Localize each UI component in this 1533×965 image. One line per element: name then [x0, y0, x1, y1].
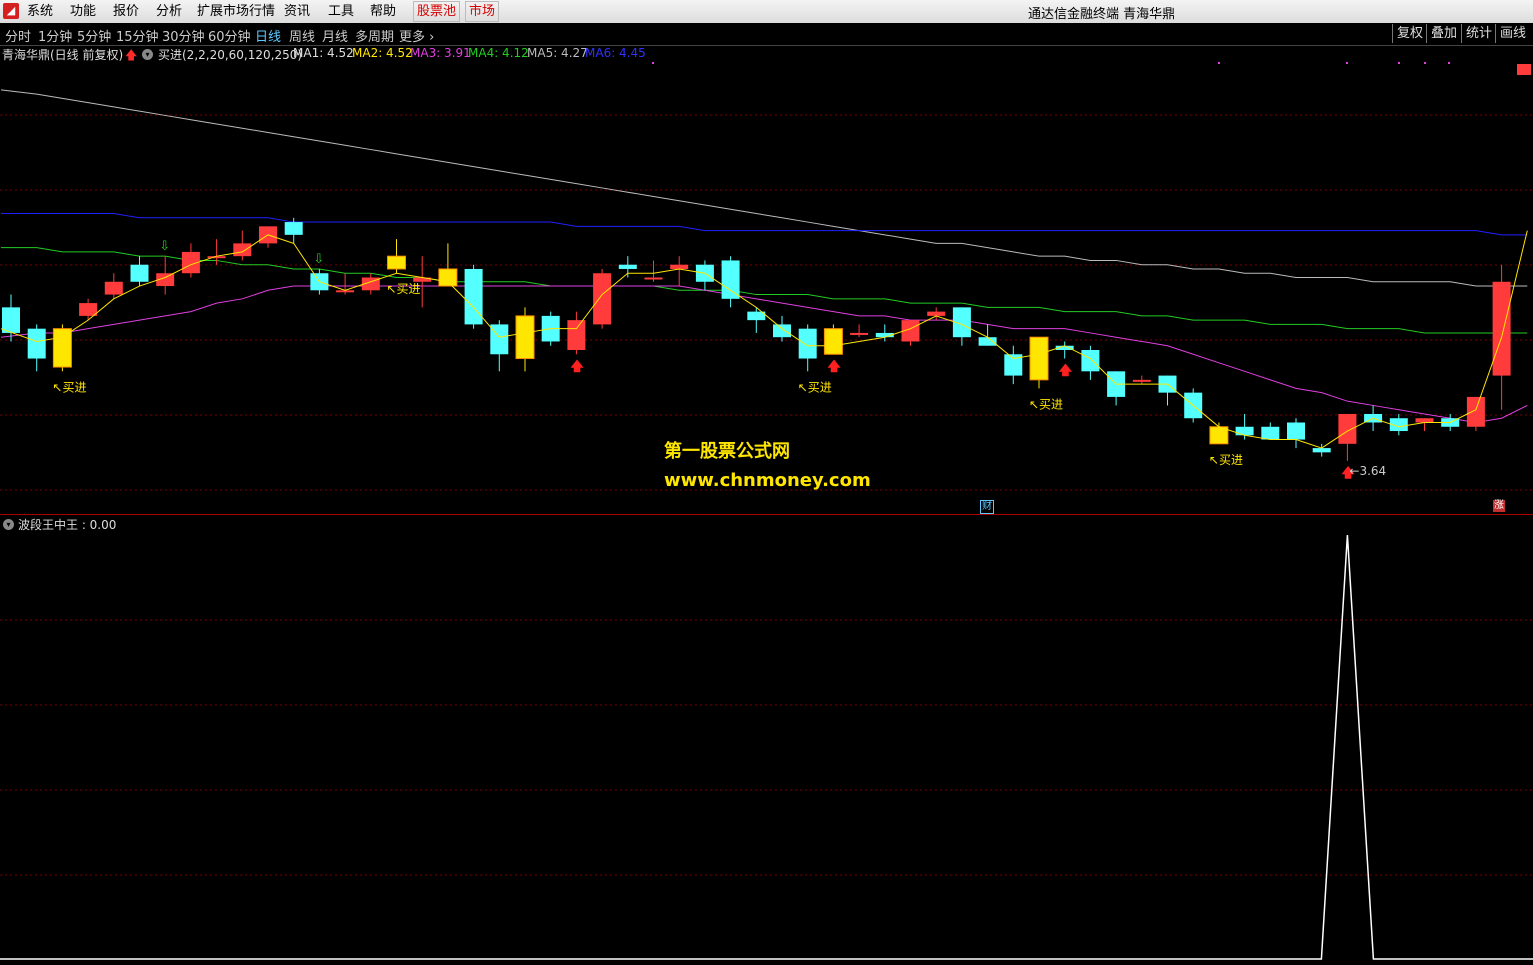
- candle-body: [27, 328, 46, 359]
- indicator-dropdown-icon[interactable]: ▾: [3, 519, 14, 530]
- candle-body: [79, 303, 98, 316]
- candle-body: [52, 328, 72, 368]
- signal-dot: [1218, 62, 1220, 64]
- green-down-arrow-icon: ⇩: [313, 252, 324, 267]
- signal-dot: [1424, 62, 1426, 64]
- candle-body: [464, 268, 483, 325]
- formula-legend: 买进(2,2,20,60,120,250): [158, 48, 303, 62]
- candle-body: [233, 243, 252, 257]
- ma6-legend: MA6: 4.45: [585, 46, 646, 60]
- ma-gray-line: [0, 89, 1528, 287]
- candle-body: [104, 281, 123, 295]
- candle-body: [927, 311, 946, 316]
- ma2-legend: MA2: 4.52: [352, 46, 413, 60]
- candle-body: [644, 277, 663, 280]
- candle-body: [567, 320, 586, 350]
- candle-body: [1466, 396, 1485, 427]
- last-price-marker: [1517, 64, 1531, 75]
- ma4-legend: MA4: 4.12: [468, 46, 529, 60]
- signal-dot: [652, 62, 654, 64]
- candle-body: [387, 255, 406, 270]
- ma1-legend: MA1: 4.52: [293, 46, 354, 60]
- candle-body: [773, 324, 791, 338]
- red-up-arrow-icon: 🡅: [570, 359, 584, 374]
- candle-body: [1492, 281, 1511, 376]
- red-up-arrow-icon: 🡅: [1059, 364, 1073, 379]
- watermark-url: www.chnmoney.com: [664, 470, 871, 491]
- pane-divider[interactable]: [0, 514, 1533, 515]
- signal-dot: [1398, 62, 1400, 64]
- candle-body: [798, 328, 817, 359]
- candle-body: [618, 264, 637, 269]
- ma3-line: [0, 285, 1528, 424]
- candle-body: [1235, 426, 1254, 436]
- ma6-line: [1, 213, 1528, 236]
- finance-badge[interactable]: 财: [980, 500, 994, 514]
- candle-body: [1338, 413, 1357, 444]
- buy-signal-label: ↖买进: [1209, 453, 1243, 467]
- candle-body: [1029, 336, 1049, 381]
- green-down-arrow-icon: ⇩: [159, 239, 170, 254]
- dropdown-icon[interactable]: ▾: [142, 49, 153, 60]
- signal-dot: [1448, 62, 1450, 64]
- buy-signal-label: ↖买进: [798, 380, 832, 394]
- ma5-legend: MA5: 4.27: [527, 46, 588, 60]
- candle-body: [1261, 426, 1280, 440]
- candle-body: [2, 307, 20, 333]
- candle-body: [823, 328, 843, 355]
- candle-body: [593, 273, 612, 325]
- red-up-arrow-icon: 🡅: [827, 359, 841, 374]
- candle-body: [490, 324, 509, 355]
- buy-signal-label: ↖买进: [387, 282, 421, 296]
- candle-body: [130, 264, 149, 282]
- up-arrow-icon: 🡅: [125, 48, 138, 62]
- indicator-label: 波段王中王 : 0.00: [18, 518, 117, 532]
- candle-body: [1312, 448, 1331, 453]
- candle-body: [721, 260, 740, 299]
- candle-body: [978, 337, 997, 346]
- signal-dot: [1346, 62, 1348, 64]
- candle-body: [515, 315, 535, 360]
- candle-body: [1132, 379, 1151, 382]
- candle-body: [284, 222, 303, 235]
- candle-body: [1415, 418, 1434, 423]
- stock-legend: 青海华鼎(日线 前复权): [2, 48, 124, 62]
- watermark-title: 第一股票公式网: [664, 441, 790, 462]
- candle-body: [1287, 422, 1305, 440]
- candle-body: [1081, 350, 1100, 372]
- low-price-label: ←3.64: [1349, 464, 1386, 478]
- candle-body: [438, 268, 458, 287]
- ma3-legend: MA3: 3.91: [410, 46, 471, 60]
- limit-up-badge[interactable]: 涨: [1493, 500, 1505, 512]
- candle-body: [670, 264, 689, 269]
- ma-fast-line: [0, 230, 1528, 449]
- buy-signal-label: ↖买进: [1029, 397, 1063, 411]
- buy-signal-label: ↖买进: [52, 380, 86, 394]
- candle-body: [850, 332, 869, 335]
- indicator-line: [0, 534, 1533, 960]
